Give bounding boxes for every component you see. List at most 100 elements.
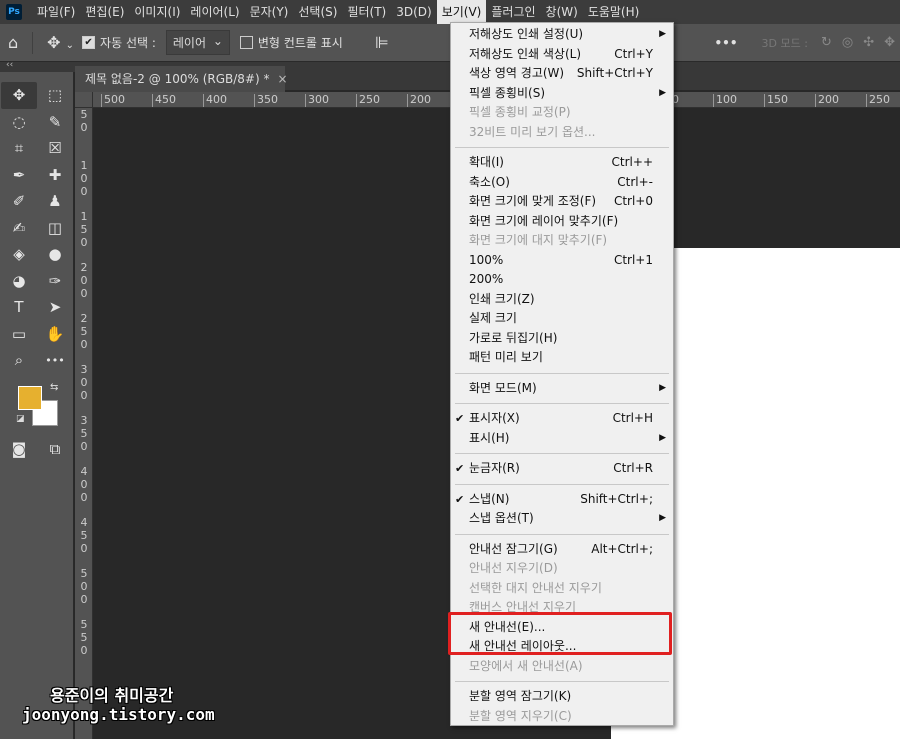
move-tool-preset-icon[interactable]: ✥ ⌄: [39, 33, 82, 52]
menu-item[interactable]: 문자(Y): [245, 0, 294, 24]
view-menu-item[interactable]: 100% Ctrl+1: [451, 251, 673, 270]
ruler-tick-digit: 0: [80, 185, 88, 198]
view-menu-item[interactable]: 확대(I) Ctrl++: [451, 153, 673, 172]
drag-3d-icon[interactable]: ✣: [863, 35, 874, 50]
rectangle-tool-icon[interactable]: ▭: [1, 321, 37, 348]
pen-tool-icon[interactable]: ✑: [37, 268, 73, 295]
menu-item[interactable]: 선택(S): [293, 0, 342, 24]
more-tools-icon[interactable]: •••: [37, 347, 73, 374]
type-tool-icon[interactable]: T: [1, 294, 37, 321]
screen-mode-icon[interactable]: ⧉: [37, 436, 73, 462]
crop-tool-icon[interactable]: ⌗: [1, 135, 37, 162]
menu-item[interactable]: 보기(V): [436, 0, 487, 24]
paint-bucket-icon[interactable]: ◈: [1, 241, 37, 268]
close-icon[interactable]: ×: [277, 72, 287, 86]
view-menu-item-label: 저해상도 인쇄 색상(L): [469, 46, 581, 61]
view-menu-item[interactable]: 분할 영역 잠그기(K): [451, 687, 673, 706]
view-menu-item-label: 축소(O): [469, 174, 510, 189]
zoom-tool-icon[interactable]: ⌕: [1, 347, 37, 374]
document-tab[interactable]: 제목 없음-2 @ 100% (RGB/8#) * ×: [75, 66, 288, 94]
menu-item[interactable]: 파일(F): [32, 0, 80, 24]
transform-controls-checkbox[interactable]: [239, 36, 253, 49]
ruler-tick-digit: 0: [80, 338, 88, 351]
menu-item[interactable]: 창(W): [541, 0, 583, 24]
quick-select-tool-icon[interactable]: ✎: [37, 109, 73, 136]
view-menu-item-label: 화면 크기에 대지 맞추기(F): [469, 233, 608, 247]
view-menu-item[interactable]: 표시(H) ▶: [451, 429, 673, 448]
view-menu-item[interactable]: 가로로 뒤집기(H): [451, 329, 673, 348]
path-select-icon[interactable]: ➤: [37, 294, 73, 321]
eyedropper-tool-icon[interactable]: ✒: [1, 162, 37, 189]
blur-tool-icon[interactable]: ●: [37, 241, 73, 268]
view-menu-item-label: 표시(H): [469, 430, 510, 445]
more-options-button[interactable]: •••: [715, 36, 738, 50]
view-menu-item[interactable]: 축소(O) Ctrl+-: [451, 173, 673, 192]
move-tool-icon[interactable]: ✥: [1, 82, 37, 109]
marquee-tool-icon[interactable]: ⬚: [37, 82, 73, 109]
eraser-tool-icon[interactable]: ◫: [37, 215, 73, 242]
view-menu-item: 안내선 지우기(D): [451, 559, 673, 578]
view-menu-item[interactable]: ✔ 눈금자(R) Ctrl+R: [451, 459, 673, 478]
auto-select-checkbox[interactable]: ✔: [82, 36, 96, 49]
ruler-tick-digit: 5: [80, 108, 88, 121]
history-brush-icon[interactable]: ✍: [1, 215, 37, 242]
view-menu-item: 픽셀 종횡비 교정(P): [451, 103, 673, 122]
menu-item[interactable]: 이미지(I): [129, 0, 185, 24]
view-menu-item[interactable]: ✔ 표시자(X) Ctrl+H: [451, 409, 673, 428]
view-menu-item: 모양에서 새 안내선(A): [451, 657, 673, 676]
divider: [32, 31, 34, 54]
view-menu-item: 선택한 대지 안내선 지우기: [451, 579, 673, 598]
shortcut-label: Ctrl+Y: [614, 46, 653, 61]
menu-item[interactable]: 도움말(H): [583, 0, 645, 24]
menu-item[interactable]: 편집(E): [80, 0, 129, 24]
lasso-tool-icon[interactable]: ◌: [1, 109, 37, 136]
view-menu-item[interactable]: 저해상도 인쇄 색상(L) Ctrl+Y: [451, 45, 673, 64]
default-colors-icon[interactable]: ◪: [16, 414, 25, 424]
menu-separator: [455, 533, 669, 535]
check-icon: ✔: [455, 492, 465, 506]
slide-3d-icon[interactable]: ✥: [884, 35, 895, 50]
healing-brush-icon[interactable]: ✚: [37, 162, 73, 189]
view-menu-item[interactable]: 저해상도 인쇄 설정(U) ▶: [451, 25, 673, 44]
hand-tool-icon[interactable]: ✋: [37, 321, 73, 348]
view-menu-item[interactable]: 색상 영역 경고(W) Shift+Ctrl+Y: [451, 64, 673, 83]
vertical-ruler[interactable]: 50100150200250300350400450500550: [75, 108, 93, 739]
menu-item[interactable]: 필터(T): [342, 0, 391, 24]
view-menu-item[interactable]: 패턴 미리 보기: [451, 348, 673, 367]
brush-tool-icon[interactable]: ✐: [1, 188, 37, 215]
home-icon[interactable]: ⌂: [0, 33, 26, 52]
menu-item[interactable]: 레이어(L): [185, 0, 244, 24]
stamp-tool-icon[interactable]: ♟: [37, 188, 73, 215]
menu-item[interactable]: 3D(D): [391, 0, 436, 24]
dodge-tool-icon[interactable]: ◕: [1, 268, 37, 295]
auto-select-target-dropdown[interactable]: 레이어 ⌄: [165, 30, 230, 55]
view-menu-item[interactable]: 스냅 옵션(T) ▶: [451, 509, 673, 528]
ruler-tick-digit: 2: [80, 261, 88, 274]
orbit-3d-icon[interactable]: ↻: [821, 35, 832, 50]
view-menu-item-label: 안내선 잠그기(G): [469, 541, 558, 556]
quick-mask-icon[interactable]: ◙: [1, 436, 37, 462]
shortcut-label: Alt+Ctrl+;: [591, 541, 653, 556]
auto-select-label: 자동 선택 :: [100, 36, 156, 50]
view-menu-item[interactable]: 화면 크기에 레이어 맞추기(F): [451, 212, 673, 231]
frame-tool-icon[interactable]: ☒: [37, 135, 73, 162]
view-menu-item[interactable]: 200%: [451, 270, 673, 289]
shortcut-label: Ctrl+-: [617, 174, 653, 189]
menu-item[interactable]: 플러그인: [486, 0, 540, 24]
ruler-tick-digit: 0: [80, 389, 88, 402]
swap-colors-icon[interactable]: ⇆: [50, 382, 58, 393]
view-menu-item[interactable]: ✔ 스냅(N) Shift+Ctrl+;: [451, 490, 673, 509]
view-menu-item[interactable]: 화면 크기에 맞게 조정(F) Ctrl+0: [451, 192, 673, 211]
view-menu-item-label: 분할 영역 잠그기(K): [469, 689, 572, 703]
roll-3d-icon[interactable]: ◎: [842, 35, 853, 50]
view-menu-item: 분할 영역 지우기(C): [451, 707, 673, 726]
view-menu-item[interactable]: 안내선 잠그기(G) Alt+Ctrl+;: [451, 540, 673, 559]
ruler-tick-digit: 5: [80, 529, 88, 542]
foreground-color-swatch[interactable]: [18, 385, 42, 410]
align-left-icon[interactable]: ⊫: [367, 33, 397, 52]
view-menu-item[interactable]: 실제 크기: [451, 309, 673, 328]
collapse-panels-icon[interactable]: ‹‹: [6, 60, 13, 70]
view-menu-item[interactable]: 화면 모드(M) ▶: [451, 379, 673, 398]
view-menu-item[interactable]: 인쇄 크기(Z): [451, 290, 673, 309]
view-menu-item[interactable]: 픽셀 종횡비(S) ▶: [451, 84, 673, 103]
